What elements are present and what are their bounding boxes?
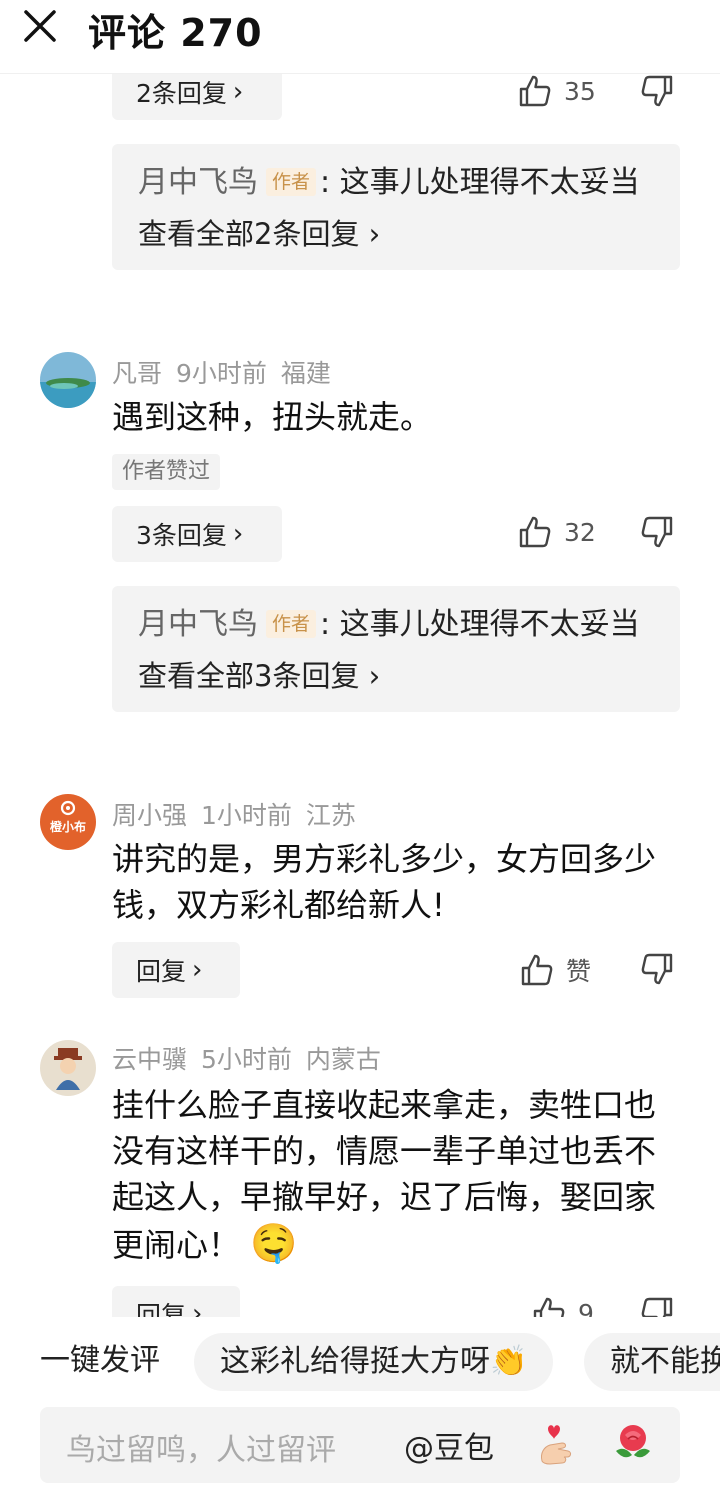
thumbs-down-icon[interactable] — [640, 1296, 674, 1317]
page-title: 评论 270 — [88, 11, 263, 55]
like-control[interactable]: 赞 — [520, 952, 591, 988]
comment-time: 9小时前 — [176, 359, 267, 388]
reply-button[interactable]: 回复 › — [112, 942, 240, 998]
avatar[interactable] — [40, 352, 96, 408]
comment-location: 内蒙古 — [305, 1045, 381, 1074]
quick-comment-chip[interactable]: 这彩礼给得挺大方呀👏 — [194, 1333, 554, 1391]
like-label: 赞 — [566, 957, 592, 986]
chevron-right-icon: › — [192, 955, 203, 985]
comment-username[interactable]: 云中骥 — [112, 1045, 187, 1074]
author-tag: 作者 — [266, 610, 317, 638]
like-count: 9 — [578, 1298, 594, 1318]
composer-area: 一键发评 这彩礼给得挺大方呀👏 就不能换 鸟过留鸣，人过留评 @豆包 — [0, 1317, 720, 1507]
reply-count-button[interactable]: 2条回复 › — [112, 74, 282, 120]
like-control[interactable]: 35 — [518, 74, 596, 108]
chevron-right-icon: › — [368, 659, 381, 693]
reply-line: 月中飞鸟 作者: 这事儿处理得不太妥当 — [138, 162, 654, 204]
comment-body: 挂什么脸子直接收起来拿走，卖牲口也没有这样干的，情愿一辈子单过也丢不起这人，早撤… — [112, 1086, 657, 1264]
comment-list[interactable]: 2条回复 › 35 月中飞鸟 作者: 这事儿处理得不太妥当 查看全部2条回复 › … — [0, 74, 720, 1317]
chevron-right-icon: › — [192, 1299, 203, 1317]
view-all-replies-link[interactable]: 查看全部2条回复 › — [138, 214, 654, 254]
reply-text: : 这事儿处理得不太妥当 — [320, 165, 640, 200]
thumbs-up-icon[interactable] — [518, 74, 552, 108]
dislike-control[interactable] — [640, 1296, 674, 1317]
view-all-replies-link[interactable]: 查看全部3条回复 › — [138, 656, 654, 696]
comment-username[interactable]: 周小强 — [112, 801, 187, 830]
close-icon[interactable] — [22, 8, 58, 44]
comment-meta: 云中骥 5小时前 内蒙古 — [112, 1040, 395, 1076]
chevron-right-icon: › — [232, 519, 244, 549]
comment-location: 福建 — [280, 359, 331, 388]
comment-username[interactable]: 凡哥 — [112, 359, 162, 388]
comment-time: 1小时前 — [201, 801, 292, 830]
view-all-label: 查看全部3条回复 — [138, 659, 360, 693]
header-bar: 评论 270 — [0, 0, 720, 74]
thumbs-up-icon[interactable] — [518, 515, 552, 549]
dislike-control[interactable] — [640, 515, 674, 549]
comment-meta: 周小强 1小时前 江苏 — [112, 796, 370, 832]
avatar[interactable]: 橙小布 — [40, 794, 96, 850]
reply-count-button[interactable]: 3条回复 › — [112, 506, 282, 562]
like-count: 32 — [564, 517, 596, 547]
author-reply-box[interactable]: 月中飞鸟 作者: 这事儿处理得不太妥当 查看全部3条回复 › — [112, 586, 680, 712]
reply-line: 月中飞鸟 作者: 这事儿处理得不太妥当 — [138, 604, 654, 646]
thumbs-down-icon[interactable] — [640, 952, 674, 986]
like-control[interactable]: 9 — [532, 1296, 594, 1317]
comment-text: 挂什么脸子直接收起来拿走，卖牲口也没有这样干的，情愿一辈子单过也丢不起这人，早撤… — [112, 1082, 672, 1268]
comment-text: 遇到这种，扭头就走。 — [112, 398, 433, 436]
quick-comment-chip[interactable]: 就不能换 — [584, 1333, 720, 1391]
comment-input-placeholder: 鸟过留鸣，人过留评 — [66, 1433, 336, 1468]
thumbs-down-icon[interactable] — [640, 74, 674, 108]
thumbs-down-icon[interactable] — [640, 515, 674, 549]
author-liked-badge: 作者赞过 — [112, 454, 221, 490]
finger-heart-icon[interactable] — [534, 1421, 578, 1471]
comment-time: 5小时前 — [201, 1045, 292, 1074]
avatar-brand-text: 橙小布 — [49, 820, 86, 834]
rose-icon[interactable] — [610, 1421, 656, 1471]
reply-count-label: 2条回复 — [136, 79, 227, 108]
comment-meta: 凡哥 9小时前 福建 — [112, 354, 345, 390]
comment-location: 江苏 — [305, 801, 356, 830]
smirk-emoji-icon: 🤤 — [250, 1221, 298, 1265]
thumbs-up-icon[interactable] — [520, 953, 554, 987]
comment-input[interactable]: 鸟过留鸣，人过留评 @豆包 — [40, 1407, 680, 1483]
chevron-right-icon: › — [368, 217, 381, 251]
author-tag: 作者 — [266, 168, 317, 196]
view-all-label: 查看全部2条回复 — [138, 217, 360, 251]
reply-label: 回复 — [136, 1301, 187, 1317]
thumbs-up-icon[interactable] — [532, 1296, 566, 1317]
like-control[interactable]: 32 — [518, 515, 596, 549]
dislike-control[interactable] — [640, 952, 674, 986]
chevron-right-icon: › — [232, 77, 244, 107]
avatar[interactable] — [40, 1040, 96, 1096]
reply-button[interactable]: 回复 › — [112, 1286, 240, 1317]
reply-label: 回复 — [136, 957, 187, 986]
mention-doubao-button[interactable]: @豆包 — [404, 1423, 494, 1467]
reply-author[interactable]: 月中飞鸟 — [138, 165, 258, 200]
author-reply-box[interactable]: 月中飞鸟 作者: 这事儿处理得不太妥当 查看全部2条回复 › — [112, 144, 680, 270]
quick-comment-label: 一键发评 — [40, 1343, 160, 1378]
reply-author[interactable]: 月中飞鸟 — [138, 607, 258, 642]
dislike-control[interactable] — [640, 74, 674, 108]
like-count: 35 — [564, 76, 596, 106]
comment-text: 讲究的是，男方彩礼多少，女方回多少钱，双方彩礼都给新人! — [112, 840, 657, 924]
reply-text: : 这事儿处理得不太妥当 — [320, 607, 640, 642]
reply-count-label: 3条回复 — [136, 521, 227, 550]
